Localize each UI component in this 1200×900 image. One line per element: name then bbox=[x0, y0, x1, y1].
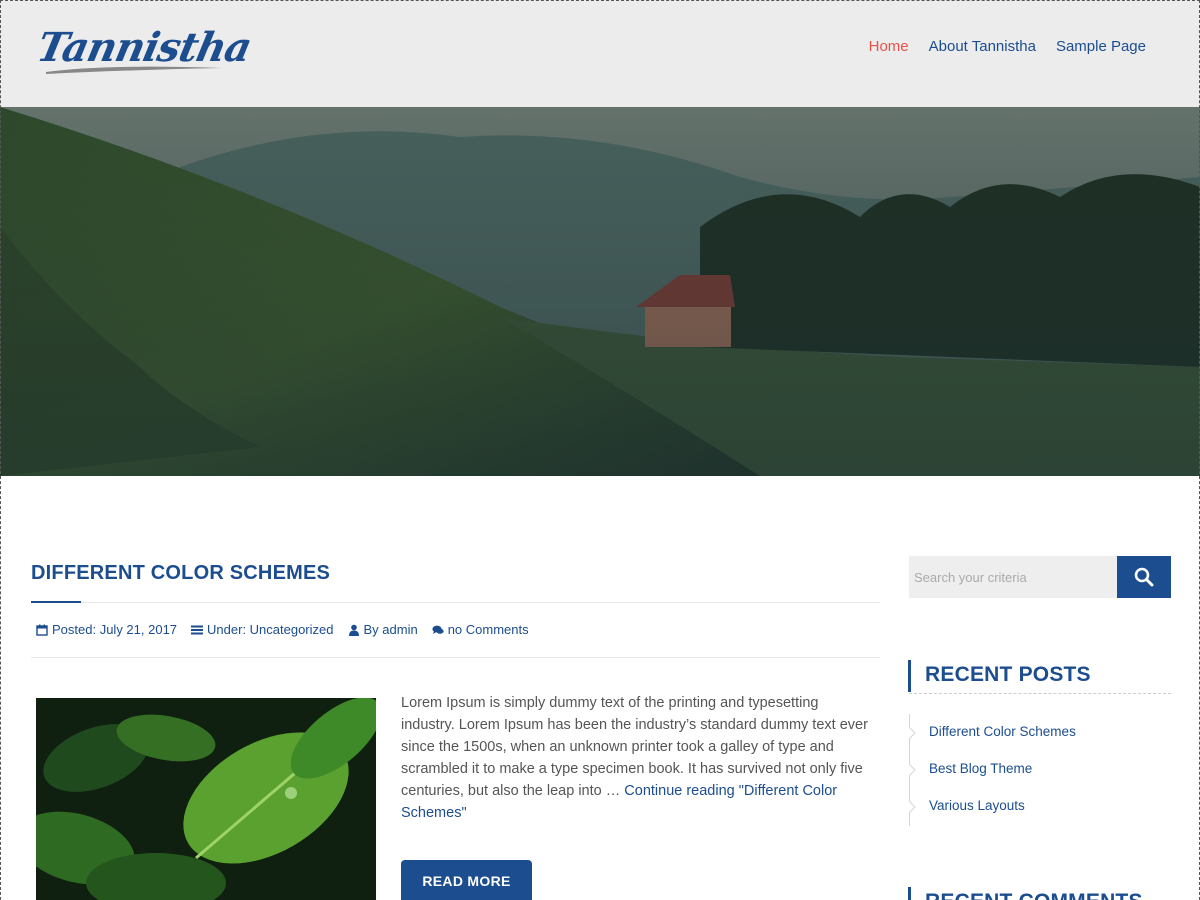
post-meta: Posted: July 21, 2017 Under: Uncategoriz… bbox=[36, 622, 529, 637]
search-input[interactable] bbox=[909, 556, 1117, 598]
post-thumbnail[interactable] bbox=[36, 698, 376, 900]
meta-author[interactable]: By admin bbox=[348, 622, 418, 637]
title-divider bbox=[31, 602, 880, 603]
search-icon bbox=[1134, 567, 1154, 587]
recent-posts-list: Different Color Schemes Best Blog Theme … bbox=[908, 724, 1076, 835]
logo-swoosh bbox=[46, 66, 222, 74]
meta-posted-text: Posted: July 21, 2017 bbox=[52, 622, 178, 637]
recent-comments-accent-bar bbox=[908, 887, 911, 900]
recent-post-label: Best Blog Theme bbox=[929, 761, 1033, 776]
nav-about[interactable]: About Tannistha bbox=[929, 38, 1036, 55]
site-header: Tannistha Home About Tannistha Sample Pa… bbox=[0, 0, 1200, 107]
recent-posts-divider bbox=[909, 693, 1171, 694]
recent-post-label: Various Layouts bbox=[929, 798, 1025, 813]
meta-category[interactable]: Under: Uncategorized bbox=[191, 622, 334, 637]
meta-comments[interactable]: no Comments bbox=[432, 622, 529, 637]
recent-post-item[interactable]: Various Layouts bbox=[908, 798, 1076, 835]
leaves-image bbox=[36, 698, 376, 900]
meta-divider bbox=[31, 657, 880, 658]
recent-post-item[interactable]: Different Color Schemes bbox=[908, 724, 1076, 761]
nav-sample-page[interactable]: Sample Page bbox=[1056, 38, 1146, 55]
title-accent-underline bbox=[31, 601, 81, 603]
recent-posts-accent-bar bbox=[908, 660, 911, 692]
recent-post-label: Different Color Schemes bbox=[929, 724, 1076, 739]
site-logo[interactable]: Tannistha bbox=[33, 24, 255, 80]
meta-posted-date[interactable]: Posted: July 21, 2017 bbox=[36, 622, 177, 637]
recent-post-item[interactable]: Best Blog Theme bbox=[908, 761, 1076, 798]
chevron-right-icon bbox=[908, 764, 916, 776]
recent-comments-title: RECENT COMMENTS bbox=[925, 890, 1143, 900]
meta-author-text: By admin bbox=[363, 622, 418, 637]
nav-home[interactable]: Home bbox=[869, 38, 909, 55]
list-icon bbox=[191, 625, 204, 634]
search-button[interactable] bbox=[1117, 556, 1171, 598]
hero-banner bbox=[0, 107, 1200, 476]
user-icon bbox=[348, 624, 359, 636]
comments-icon bbox=[432, 625, 444, 634]
read-more-button[interactable]: READ MORE bbox=[401, 860, 532, 900]
post-excerpt: Lorem Ipsum is simply dummy text of the … bbox=[401, 692, 871, 824]
chevron-right-icon bbox=[908, 801, 916, 813]
hero-landscape-image bbox=[0, 107, 1200, 476]
chevron-right-icon bbox=[908, 727, 916, 739]
meta-comments-text: no Comments bbox=[447, 622, 529, 637]
meta-category-text: Under: Uncategorized bbox=[207, 622, 334, 637]
main-nav: Home About Tannistha Sample Page bbox=[869, 38, 1146, 55]
recent-posts-title: RECENT POSTS bbox=[925, 663, 1091, 686]
post-title[interactable]: DIFFERENT COLOR SCHEMES bbox=[31, 562, 330, 585]
calendar-icon bbox=[36, 624, 48, 636]
